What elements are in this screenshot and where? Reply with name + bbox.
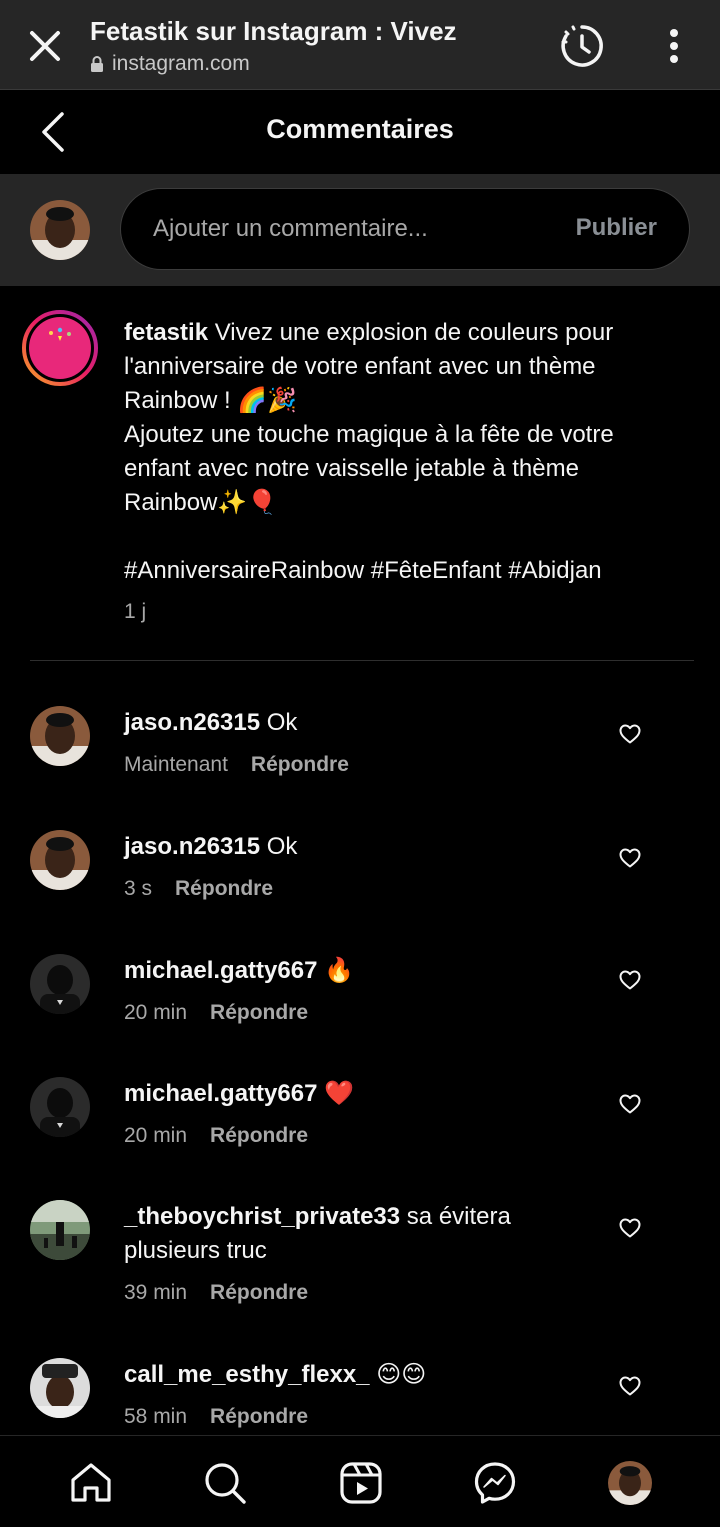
heart-outline-icon[interactable]: [618, 1374, 642, 1398]
heart-outline-icon[interactable]: [618, 1216, 642, 1240]
caption-username[interactable]: fetastik: [124, 319, 208, 346]
close-icon[interactable]: [24, 25, 66, 67]
fetastik-avatar[interactable]: [22, 310, 98, 386]
comment-meta: 20 min Répondre: [124, 1124, 308, 1148]
heart-outline-icon[interactable]: [618, 722, 642, 746]
reply-button[interactable]: Répondre: [210, 1281, 308, 1305]
avatar[interactable]: [30, 954, 90, 1014]
heart-outline-icon[interactable]: [618, 1092, 642, 1116]
comment-meta: 58 min Répondre: [124, 1405, 308, 1429]
timer-icon[interactable]: [558, 22, 606, 70]
comment-time: 20 min: [124, 1124, 188, 1147]
divider: [30, 660, 694, 661]
comment-time: 58 min: [124, 1405, 188, 1428]
reply-button[interactable]: Répondre: [210, 1001, 308, 1025]
comment-text: 😊😊: [376, 1361, 427, 1388]
reply-button[interactable]: Répondre: [251, 753, 349, 777]
more-vertical-icon[interactable]: [660, 26, 688, 66]
profile-avatar[interactable]: [608, 1461, 652, 1505]
comment-body: michael.gatty667 ❤️: [124, 1077, 574, 1111]
comment-username[interactable]: call_me_esthy_flexx_: [124, 1361, 370, 1388]
avatar[interactable]: [30, 1077, 90, 1137]
comment-input-placeholder: Ajouter un commentaire...: [153, 215, 428, 242]
comment-time: 39 min: [124, 1281, 188, 1304]
comment-input[interactable]: Ajouter un commentaire... Publier: [120, 188, 690, 270]
caption-line-2: Ajoutez une touche magique à la fête de …: [124, 421, 614, 516]
comment-text: Ok: [266, 833, 298, 860]
comment-body: michael.gatty667 🔥: [124, 954, 574, 988]
reply-button[interactable]: Répondre: [210, 1124, 308, 1148]
messenger-icon[interactable]: [472, 1460, 518, 1506]
current-user-avatar: [30, 200, 90, 260]
browser-url: instagram.com: [90, 52, 250, 76]
avatar[interactable]: [30, 1200, 90, 1260]
page-title: Commentaires: [266, 114, 454, 144]
comment-username[interactable]: michael.gatty667: [124, 957, 317, 984]
heart-outline-icon[interactable]: [618, 968, 642, 992]
comments-header: Commentaires: [0, 90, 720, 174]
comment-meta: 3 s Répondre: [124, 877, 273, 901]
comment-meta: 20 min Répondre: [124, 1001, 308, 1025]
caption-hashtags[interactable]: #AnniversaireRainbow #FêteEnfant #Abidja…: [124, 554, 684, 588]
comment-text: Ok: [266, 709, 298, 736]
comment-meta: 39 min Répondre: [124, 1281, 308, 1305]
comment-body: _theboychrist_private33 sa évitera plusi…: [124, 1200, 574, 1268]
heart-outline-icon[interactable]: [618, 846, 642, 870]
comment-body: call_me_esthy_flexx_ 😊😊: [124, 1358, 574, 1392]
home-icon[interactable]: [68, 1460, 114, 1506]
reply-button[interactable]: Répondre: [210, 1405, 308, 1429]
comment-time: Maintenant: [124, 753, 228, 776]
reels-icon[interactable]: [338, 1460, 384, 1506]
lock-icon: [90, 56, 104, 72]
avatar[interactable]: [30, 830, 90, 890]
comment-body: jaso.n26315 Ok: [124, 830, 574, 864]
publish-button[interactable]: Publier: [576, 214, 657, 242]
comment-username[interactable]: jaso.n26315: [124, 833, 260, 860]
comment-text: ❤️: [324, 1080, 354, 1107]
bottom-navigation: [0, 1435, 720, 1527]
post-caption: fetastik Vivez une explosion de couleurs…: [0, 286, 720, 662]
avatar[interactable]: [30, 1358, 90, 1418]
browser-page-title: Fetastik sur Instagram : Vivez: [90, 16, 457, 46]
comment-time: 3 s: [124, 877, 153, 900]
caption-text: fetastik Vivez une explosion de couleurs…: [124, 316, 684, 588]
comment-time: 20 min: [124, 1001, 188, 1024]
comment-username[interactable]: jaso.n26315: [124, 709, 260, 736]
avatar[interactable]: [30, 706, 90, 766]
reply-button[interactable]: Répondre: [175, 877, 273, 901]
comment-username[interactable]: _theboychrist_private33: [124, 1203, 400, 1230]
caption-time: 1 j: [124, 600, 147, 623]
comment-username[interactable]: michael.gatty667: [124, 1080, 317, 1107]
browser-toolbar: Fetastik sur Instagram : Vivez instagram…: [0, 0, 720, 90]
comment-body: jaso.n26315 Ok: [124, 706, 574, 740]
search-icon[interactable]: [202, 1460, 248, 1506]
comment-meta: Maintenant Répondre: [124, 753, 349, 777]
comment-text: 🔥: [324, 957, 354, 984]
comment-composer: Ajouter un commentaire... Publier: [0, 174, 720, 286]
browser-url-text: instagram.com: [112, 52, 250, 75]
